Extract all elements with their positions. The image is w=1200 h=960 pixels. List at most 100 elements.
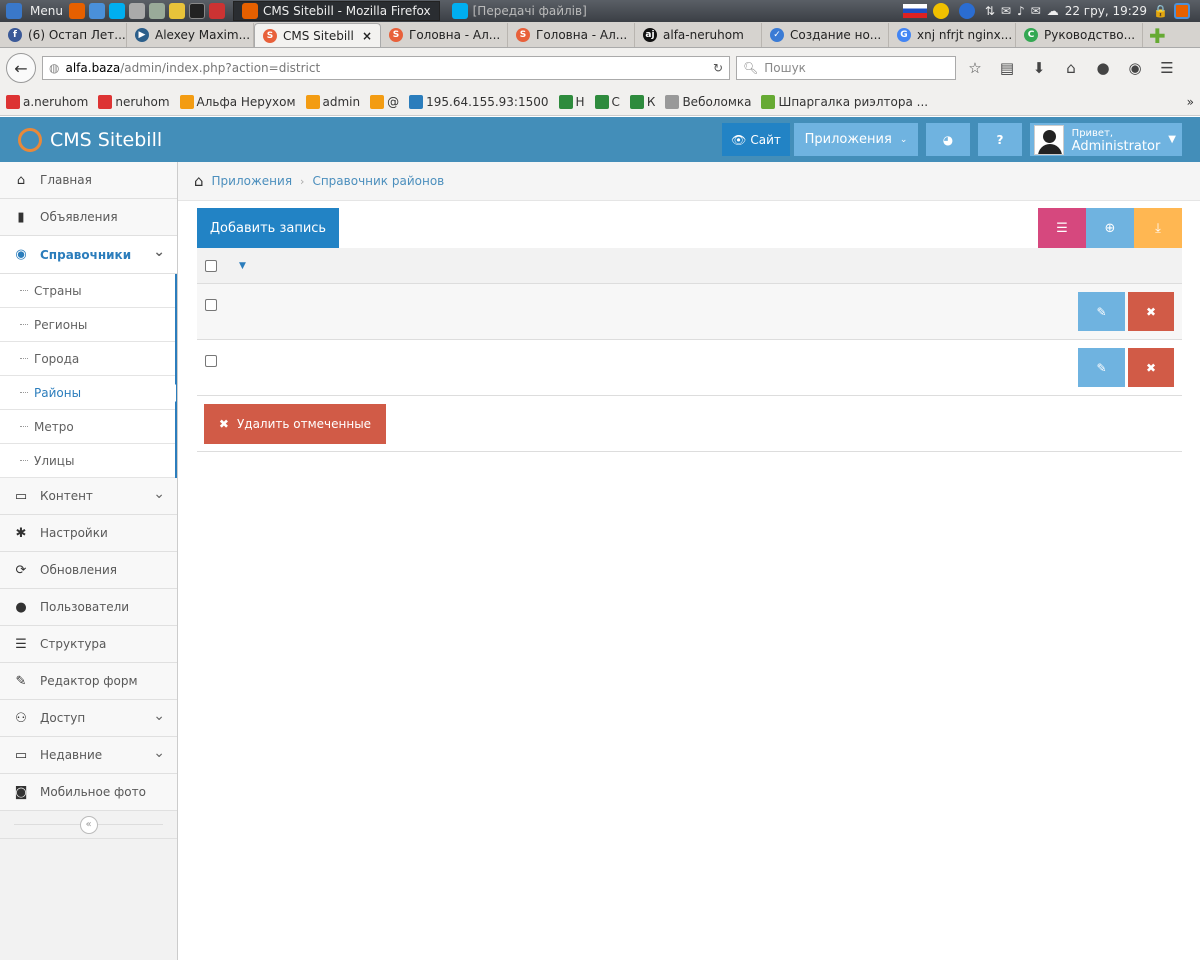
os-menu-button[interactable]: Menu [0, 3, 69, 19]
task-firefox[interactable]: CMS Sitebill - Mozilla Firefox [232, 1, 440, 21]
browser-tab[interactable]: S CMS Sitebill × [254, 23, 381, 47]
sidebar-subitem[interactable]: Города [0, 342, 175, 376]
browser-tab[interactable]: f (6) Остап Лет... [0, 23, 127, 47]
monitor-launcher-icon[interactable] [88, 3, 105, 19]
sidebar-subitem[interactable]: Районы [0, 376, 176, 410]
more-bookmarks-icon[interactable]: » [1187, 95, 1194, 109]
browser-tab[interactable]: S Головна - Ал... [508, 23, 635, 47]
sidebar-item[interactable]: ◙ Мобильное фото [0, 774, 177, 811]
cloud-icon[interactable]: ☁ [1047, 4, 1059, 18]
browser-tab[interactable]: C Руководство... [1016, 23, 1143, 47]
folder-launcher-icon[interactable] [168, 3, 185, 19]
browser-tab[interactable]: aj alfa-neruhom [635, 23, 762, 47]
bookmark-item[interactable]: Альфа Нерухом [179, 94, 296, 109]
task-file-transfer[interactable]: [Передачі файлів] [444, 1, 595, 21]
delete-selected-button[interactable]: ✖ Удалить отмеченные [204, 404, 386, 444]
breadcrumb-item-apps[interactable]: Приложения [212, 174, 293, 188]
update-icon[interactable] [932, 3, 949, 19]
sidebar-item[interactable]: ● Пользователи [0, 589, 177, 626]
sidebar-subitem[interactable]: Страны [0, 274, 175, 308]
browser-tab[interactable]: ✓ Создание но... [762, 23, 889, 47]
sidebar-item[interactable]: ✱ Настройки [0, 515, 177, 552]
calculator-launcher-icon[interactable] [128, 3, 145, 19]
mail-icon[interactable]: ✉ [1001, 4, 1011, 18]
clock[interactable]: 22 гру, 19:29 [1065, 4, 1147, 18]
back-button[interactable]: ← [6, 53, 36, 83]
edit-button[interactable]: ✎ [1078, 292, 1125, 331]
sidebar-item[interactable]: ☰ Структура [0, 626, 177, 663]
apps-dropdown-button[interactable]: Приложения ⌄ [794, 123, 918, 156]
new-tab-icon[interactable]: ✚ [1149, 25, 1166, 47]
bookmark-item[interactable]: Шпаргалка риэлтора ... [761, 94, 928, 109]
globe-button[interactable]: ◕ [926, 123, 970, 156]
sidebar-subitem[interactable]: Регионы [0, 308, 175, 342]
home-icon[interactable]: ⌂ [194, 172, 204, 190]
delete-button[interactable]: ✖ [1128, 348, 1174, 387]
collapse-sidebar-icon[interactable]: « [79, 815, 98, 834]
user-menu[interactable]: Привет, Administrator ▼ [1030, 123, 1182, 156]
extension-icon[interactable]: ◉ [1122, 59, 1148, 77]
settings-button[interactable]: ⊕ [1086, 208, 1134, 248]
chat-icon[interactable]: ● [1090, 59, 1116, 77]
sidebar-item[interactable]: ▮ Объявления [0, 199, 177, 236]
close-tab-icon[interactable]: × [362, 29, 372, 43]
bookmark-item[interactable]: Веболомка [665, 94, 751, 109]
row-checkbox[interactable] [205, 299, 217, 311]
firefox-tray-icon[interactable] [1174, 3, 1190, 19]
bluetooth-icon[interactable] [958, 3, 975, 19]
sidebar-item[interactable]: ⟳ Обновления [0, 552, 177, 589]
firefox-launcher-icon[interactable] [68, 3, 85, 19]
volume-icon[interactable]: ♪ [1017, 4, 1025, 18]
skype-launcher-icon[interactable] [108, 3, 125, 19]
sidebar-subitem[interactable]: Метро [0, 410, 175, 444]
select-all-checkbox[interactable] [205, 259, 217, 272]
filezilla-launcher-icon[interactable] [208, 3, 225, 19]
browser-tab[interactable]: Gxnj nfrjt nginx... [889, 23, 1016, 47]
add-record-button[interactable]: Добавить запись [197, 208, 339, 248]
reload-icon[interactable]: ↻ [713, 61, 723, 75]
brand[interactable]: CMS Sitebill [0, 127, 162, 152]
sidebar-item[interactable]: ◉ Справочники ⌄ [0, 236, 177, 274]
bookmark-item[interactable]: admin [305, 94, 360, 109]
search-bar[interactable]: 🔍︎ Пошук [736, 56, 956, 80]
breadcrumb-item-districts[interactable]: Справочник районов [312, 174, 444, 188]
keyboard-layout-flag-icon[interactable] [902, 4, 927, 18]
columns-button[interactable]: ☰ [1038, 208, 1086, 248]
sidebar-item[interactable]: ⚇ Доступ ⌄ [0, 700, 177, 737]
bookmark-item[interactable]: neruhom [98, 94, 170, 109]
reading-list-icon[interactable]: ▤ [994, 59, 1020, 77]
sort-caret-icon[interactable]: ▼ [239, 261, 246, 271]
url-bar[interactable]: ◍ alfa.baza/admin/index.php?action=distr… [42, 56, 730, 80]
bookmark-icon [6, 94, 20, 109]
browser-tab[interactable]: S Головна - Ал... [381, 23, 508, 47]
home-icon[interactable]: ⌂ [1058, 59, 1084, 77]
browser-tab[interactable]: ▶ Alexey Maxim... [127, 23, 254, 47]
image-launcher-icon[interactable] [148, 3, 165, 19]
row-checkbox[interactable] [205, 355, 217, 367]
chevron-down-icon: ⌄ [153, 708, 165, 724]
site-button[interactable]: 👁︎ Сайт [722, 123, 790, 156]
sidebar-item[interactable]: ▭ Контент ⌄ [0, 478, 177, 515]
edit-button[interactable]: ✎ [1078, 348, 1125, 387]
bookmark-item[interactable]: a.neruhom [6, 94, 88, 109]
lock-icon[interactable]: 🔒 [1153, 4, 1168, 18]
bookmark-item[interactable]: 195.64.155.93:1500 [409, 94, 549, 109]
hamburger-menu-icon[interactable]: ☰ [1154, 59, 1180, 77]
sidebar-item[interactable]: ▭ Недавние ⌄ [0, 737, 177, 774]
sidebar-subitem[interactable]: Улицы [0, 444, 175, 478]
star-icon[interactable]: ☆ [962, 59, 988, 77]
bookmark-item[interactable]: К [629, 94, 655, 109]
mail-tray-icon[interactable]: ✉ [1031, 4, 1041, 18]
bookmark-item[interactable]: @ [370, 94, 399, 109]
sidebar-item[interactable]: ✎ Редактор форм [0, 663, 177, 700]
bookmark-item[interactable]: С [594, 94, 620, 109]
network-icon[interactable]: ⇅ [985, 4, 995, 18]
sidebar-item[interactable]: ⌂ Главная [0, 162, 177, 199]
download-button[interactable]: ⤓ [1134, 208, 1182, 248]
help-button[interactable]: ? [978, 123, 1022, 156]
bookmark-item[interactable]: Н [558, 94, 585, 109]
terminal-launcher-icon[interactable] [188, 3, 205, 19]
user-icon: ● [15, 599, 27, 615]
delete-button[interactable]: ✖ [1128, 292, 1174, 331]
download-icon[interactable]: ⬇ [1026, 59, 1052, 77]
